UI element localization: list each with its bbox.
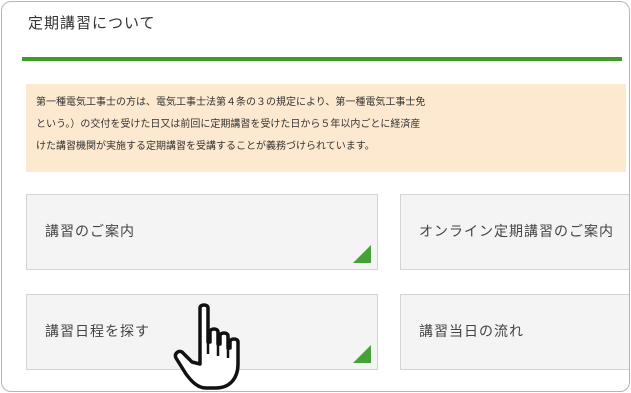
notice-line: けた講習機関が実施する定期講習を受講することが義務づけられています。 — [36, 141, 375, 152]
notice-line: という。）の交付を受けた日又は前回に定期講習を受けた日から５年以内ごとに経済産 — [36, 119, 421, 130]
card-label: 講習のご案内 — [45, 224, 135, 240]
section-title: 定期講習について — [28, 14, 156, 32]
card-label: 講習当日の流れ — [419, 324, 524, 340]
green-corner-triangle-icon — [353, 345, 371, 363]
card-label: オンライン定期講習のご案内 — [419, 224, 614, 240]
card-label: 講習日程を探す — [45, 324, 150, 340]
lecture-guide-card[interactable]: 講習のご案内 — [26, 194, 378, 270]
online-lecture-guide-card[interactable]: オンライン定期講習のご案内 — [400, 194, 629, 270]
green-corner-triangle-icon — [353, 245, 371, 263]
section-divider — [22, 57, 622, 61]
notice-box: 第一種電気工事士の方は、電気工事士法第４条の３の規定により、第一種電気工事士免 … — [26, 84, 626, 172]
notice-line: 第一種電気工事士の方は、電気工事士法第４条の３の規定により、第一種電気工事士免 — [36, 97, 426, 108]
hand-pointer-icon — [173, 303, 240, 390]
lecture-day-flow-card[interactable]: 講習当日の流れ — [400, 294, 629, 370]
screenshot-frame: 定期講習について 第一種電気工事士の方は、電気工事士法第４条の３の規定により、第… — [1, 1, 630, 392]
